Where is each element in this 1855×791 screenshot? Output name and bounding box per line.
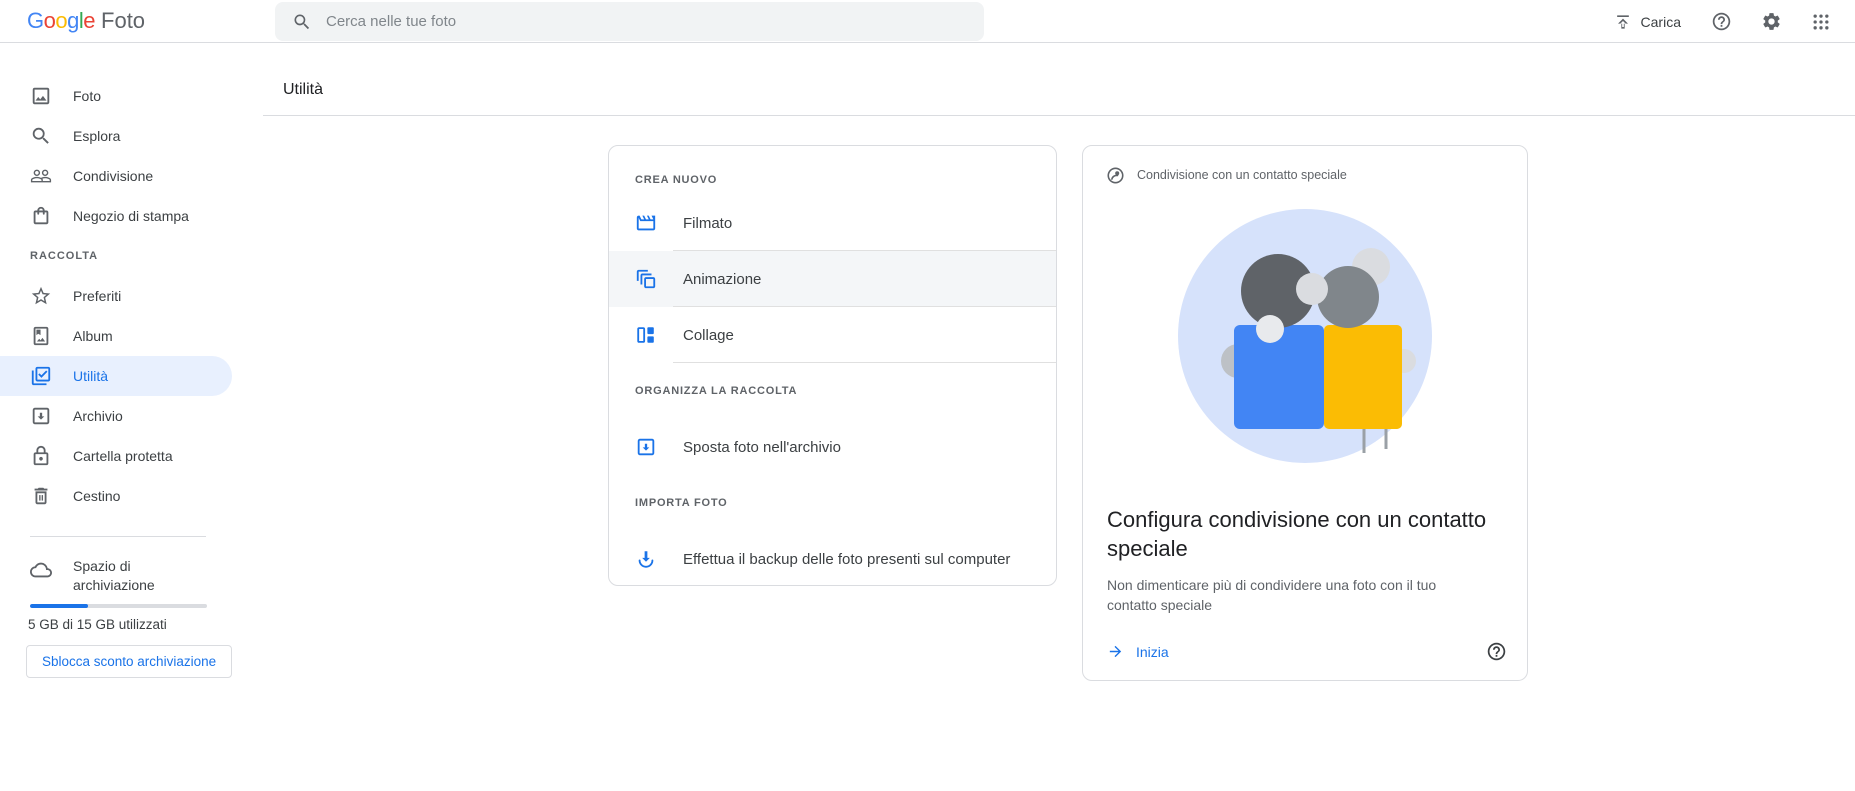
content-divider: [263, 115, 1855, 116]
sidebar-item-label: Cestino: [73, 488, 121, 504]
row-label: Collage: [683, 326, 734, 344]
storage-usage-text: 5 GB di 15 GB utilizzati: [28, 617, 167, 632]
explore-search-icon: [30, 125, 52, 147]
collage-icon: [635, 324, 657, 346]
sidebar-item-label: Album: [73, 328, 113, 344]
google-photos-logo[interactable]: Google Foto: [27, 8, 145, 34]
special-contact-promo-card: Condivisione con un contatto speciale Co…: [1082, 145, 1528, 681]
sidebar-item-label: Utilità: [73, 368, 109, 384]
row-label: Sposta foto nell'archivio: [683, 438, 841, 456]
special-contact-icon: [1107, 166, 1124, 184]
help-icon: [1712, 12, 1730, 31]
sidebar-item-album[interactable]: Album: [0, 316, 232, 356]
sidebar-item-label: Preferiti: [73, 288, 122, 304]
row-backup-foto-computer[interactable]: Effettua il backup delle foto presenti s…: [609, 531, 1056, 585]
sidebar-section-raccolta: RACCOLTA: [30, 250, 99, 262]
row-label: Filmato: [683, 214, 733, 232]
star-icon: [30, 285, 52, 307]
storage-progress-fill: [30, 604, 89, 608]
download-icon: [635, 548, 657, 570]
archive-icon: [30, 405, 52, 427]
people-icon: [30, 165, 52, 187]
row-label: Effettua il backup delle foto presenti s…: [683, 550, 1011, 568]
sidebar-item-archivio[interactable]: Archivio: [0, 396, 232, 436]
lock-icon: [30, 445, 52, 467]
sidebar-item-label: Foto: [73, 88, 102, 104]
promo-footer: Inizia: [1107, 641, 1507, 662]
sidebar-item-label: Esplora: [73, 128, 121, 144]
gear-icon: [1762, 13, 1780, 30]
sidebar-item-foto[interactable]: Foto: [0, 76, 232, 116]
archive-move-icon: [635, 436, 657, 458]
apps-grid-icon: [1813, 14, 1829, 29]
movie-icon: [635, 212, 657, 234]
storage-progress-bar: [30, 604, 207, 608]
search-icon: [294, 14, 310, 29]
page-title: Utilità: [283, 81, 324, 98]
unlock-storage-discount-button[interactable]: Sblocca sconto archiviazione: [26, 645, 233, 678]
row-collage[interactable]: Collage: [609, 307, 1056, 363]
promo-description: Non dimenticare più di condividere una f…: [1107, 577, 1437, 613]
row-label: Animazione: [683, 270, 762, 288]
cloud-icon: [30, 559, 52, 581]
help-button[interactable]: [1701, 2, 1741, 42]
upload-button[interactable]: Carica: [1603, 6, 1691, 38]
album-icon: [30, 325, 52, 347]
storage-label: Spazio di archiviazione: [73, 558, 155, 593]
sidebar: Foto Esplora Condivisione Negozio di sta…: [0, 43, 256, 791]
section-header-organizza: ORGANIZZA LA RACCOLTA: [635, 385, 798, 397]
sidebar-item-cestino[interactable]: Cestino: [0, 476, 232, 516]
google-apps-button[interactable]: [1801, 2, 1841, 42]
promo-illustration: [1083, 209, 1527, 463]
promo-card-header: Condivisione con un contatto speciale: [1083, 146, 1527, 190]
sidebar-divider: [30, 536, 206, 537]
sidebar-item-negozio-di-stampa[interactable]: Negozio di stampa: [0, 196, 232, 236]
start-button[interactable]: Inizia: [1107, 643, 1169, 660]
search-input[interactable]: [326, 13, 926, 30]
promo-help-icon[interactable]: [1486, 641, 1507, 662]
trash-icon: [30, 485, 52, 507]
sidebar-item-cartella-protetta[interactable]: Cartella protetta: [0, 436, 232, 476]
row-animazione[interactable]: Animazione: [609, 251, 1056, 307]
storage-section[interactable]: Spazio di archiviazione: [0, 557, 256, 595]
sidebar-item-label: Cartella protetta: [73, 448, 173, 464]
sidebar-item-utilita[interactable]: Utilità: [0, 356, 232, 396]
upload-label: Carica: [1640, 13, 1681, 30]
promo-title: Configura condivisione con un contatto s…: [1107, 507, 1487, 561]
google-logo-text: Google: [27, 8, 96, 33]
special-contact-illustration: [1178, 209, 1432, 463]
shopping-bag-icon: [30, 205, 52, 227]
product-name: Foto: [101, 8, 146, 33]
sidebar-item-esplora[interactable]: Esplora: [0, 116, 232, 156]
arrow-right-icon: [1109, 645, 1122, 658]
search-bar[interactable]: [275, 2, 984, 41]
sidebar-item-label: Archivio: [73, 408, 123, 424]
promo-header-label: Condivisione con un contatto speciale: [1137, 168, 1347, 182]
sidebar-item-condivisione[interactable]: Condivisione: [0, 156, 232, 196]
settings-button[interactable]: [1751, 2, 1791, 42]
utilities-check-icon: [30, 365, 52, 387]
start-button-label: Inizia: [1136, 643, 1169, 660]
top-app-bar: Google Foto Carica: [0, 0, 1855, 43]
section-header-importa: IMPORTA FOTO: [635, 497, 728, 509]
utilities-card: CREA NUOVO Filmato Animazione Collage OR…: [608, 145, 1057, 586]
sidebar-item-preferiti[interactable]: Preferiti: [0, 276, 232, 316]
sidebar-item-label: Negozio di stampa: [73, 208, 189, 224]
row-sposta-foto-archivio[interactable]: Sposta foto nell'archivio: [609, 419, 1056, 475]
topbar-actions: Carica: [1603, 0, 1841, 43]
animation-icon: [635, 268, 657, 290]
upload-icon: [1616, 14, 1629, 29]
sidebar-item-label: Condivisione: [73, 168, 154, 184]
photo-icon: [30, 85, 52, 107]
row-filmato[interactable]: Filmato: [609, 195, 1056, 251]
section-header-crea-nuovo: CREA NUOVO: [635, 174, 718, 186]
